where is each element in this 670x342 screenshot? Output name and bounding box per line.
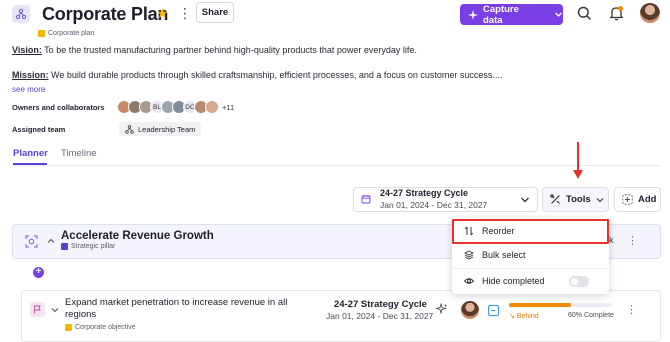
assigned-team-label: Assigned team: [12, 125, 66, 134]
progress-bar: [509, 303, 612, 307]
layers-icon: [464, 250, 474, 260]
objective-more-icon[interactable]: ⋮: [626, 303, 637, 316]
pillar-type-color-square: [61, 243, 68, 250]
pillar-type-label: Strategic pillar: [71, 243, 116, 250]
favorite-star-icon[interactable]: ★: [156, 5, 169, 22]
menu-item-bulk-select[interactable]: Bulk select: [452, 243, 609, 267]
status-label: Behind: [516, 313, 539, 320]
objective-cycle-dates: Jan 01, 2024 - Dec 31, 2027: [326, 311, 434, 321]
capture-data-button[interactable]: Capture data: [460, 3, 563, 26]
partially-hidden-text: k: [609, 235, 614, 245]
search-icon[interactable]: [577, 6, 592, 21]
pillar-more-icon[interactable]: ⋮: [627, 234, 638, 247]
objective-owner-avatar[interactable]: [461, 301, 479, 319]
chevron-up-icon[interactable]: [47, 237, 55, 245]
see-more-link[interactable]: see more: [12, 85, 45, 94]
collaborator-avatars[interactable]: BL DC +11: [117, 100, 234, 114]
team-icon: [125, 124, 134, 134]
vision-label: Vision:: [12, 45, 42, 55]
objective-type-label: Corporate objective: [75, 324, 136, 331]
eye-icon: [464, 276, 474, 286]
calendar-icon: [361, 194, 371, 204]
mission-text: We build durable products through skille…: [48, 70, 503, 80]
add-label: Add: [638, 194, 657, 205]
more-collaborators-count: +11: [222, 102, 235, 112]
status-minus-icon: [488, 305, 499, 316]
tab-timeline[interactable]: Timeline: [61, 148, 97, 159]
plan-icon: [12, 5, 30, 23]
user-avatar[interactable]: [640, 3, 660, 23]
mission-label: Mission:: [12, 70, 49, 80]
notification-dot: [618, 6, 623, 11]
tools-button[interactable]: Tools: [542, 187, 609, 212]
plan-type-tag: Corporate plan: [38, 30, 94, 37]
progress-label: 60% Complete: [568, 312, 614, 319]
plan-type-label: Corporate plan: [48, 30, 95, 37]
objective-type-color-square: [65, 324, 72, 331]
active-tab-indicator: [13, 163, 47, 165]
more-options-icon[interactable]: ⋮: [178, 5, 192, 22]
chevron-down-icon: [520, 195, 530, 205]
objective-title[interactable]: Expand market penetration to increase re…: [65, 297, 290, 321]
status-badge: ↘ Behind: [509, 313, 539, 320]
avatar: [205, 100, 219, 114]
sparkle-icon: [468, 9, 478, 20]
annotation-arrow-head: [573, 170, 583, 179]
add-child-button[interactable]: +: [33, 267, 44, 278]
tabs-divider: [12, 165, 660, 166]
cycle-title: 24-27 Strategy Cycle: [380, 188, 469, 198]
cycle-dates: Jan 01, 2024 - Dec 31, 2027: [380, 200, 488, 210]
add-sparkle-icon: [622, 194, 633, 205]
reorder-highlight-box: [452, 219, 609, 244]
vision-statement: Vision: To be the trusted manufacturing …: [12, 45, 417, 55]
tools-icon: [550, 194, 561, 205]
objective-type-tag: Corporate objective: [65, 324, 136, 331]
tools-label: Tools: [566, 194, 591, 205]
chevron-down-icon: [596, 196, 604, 204]
chevron-down-icon[interactable]: [51, 306, 59, 314]
capture-data-label: Capture data: [483, 3, 519, 26]
pillar-type-tag: Strategic pillar: [61, 243, 115, 250]
progress-fill: [509, 303, 571, 307]
plan-type-color-square: [38, 30, 45, 37]
vision-text: To be the trusted manufacturing partner …: [41, 45, 417, 55]
hide-completed-label: Hide completed: [482, 276, 545, 286]
add-button[interactable]: Add: [614, 187, 661, 212]
bulk-select-label: Bulk select: [482, 250, 526, 260]
annotation-arrow-line: [577, 142, 579, 170]
tab-planner[interactable]: Planner: [13, 148, 48, 159]
share-button[interactable]: Share: [196, 2, 234, 23]
toggle-knob: [571, 278, 578, 285]
team-chip[interactable]: Leadership Team: [119, 122, 202, 136]
mission-statement: Mission: We build durable products throu…: [12, 70, 502, 80]
owners-label: Owners and collaborators: [12, 103, 105, 112]
objective-flag-icon: [30, 302, 45, 317]
objective-cycle-title: 24-27 Strategy Cycle: [334, 299, 427, 310]
ai-sparkle-icon[interactable]: [436, 303, 448, 315]
pillar-target-icon: [25, 235, 38, 248]
page-title: Corporate Plan: [42, 4, 169, 24]
pillar-title[interactable]: Accelerate Revenue Growth: [61, 230, 214, 242]
chevron-down-icon: [554, 10, 563, 19]
team-name: Leadership Team: [138, 124, 196, 134]
